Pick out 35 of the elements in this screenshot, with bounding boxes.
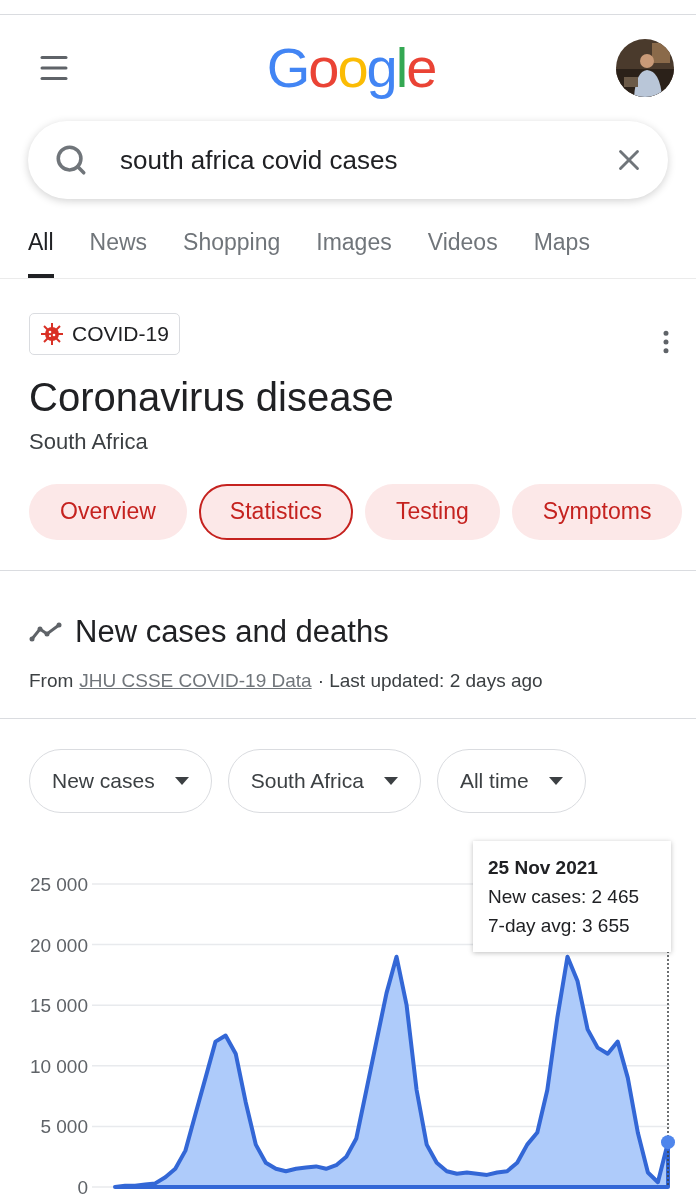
topic-tab[interactable]: Overview [29, 483, 187, 540]
trend-icon [29, 621, 63, 642]
search-tab[interactable]: Videos [427, 225, 498, 278]
search-icon [54, 143, 88, 177]
search-text: south africa covid cases [120, 143, 399, 177]
axis-label: 15 000 [29, 994, 88, 1016]
axis-label: 5 000 [40, 1115, 88, 1137]
axis-label: 25 000 [29, 873, 88, 895]
caret-icon [383, 776, 398, 785]
caret-icon [548, 776, 563, 785]
search-tab[interactable]: All [28, 225, 54, 278]
search-tab[interactable]: News [89, 225, 148, 278]
card-subtitle: South Africa [29, 427, 149, 456]
search-tab[interactable]: Images [316, 225, 392, 278]
topic-tab[interactable]: Symptoms [511, 483, 683, 540]
badge-label: COVID-19 [72, 320, 169, 347]
axis-label: 20 000 [29, 934, 88, 956]
caret-icon [174, 776, 189, 785]
tooltip-date: 25 Nov 2021 [488, 855, 599, 880]
search-tab[interactable]: Shopping [183, 225, 281, 278]
section-title: New cases and deaths [75, 612, 389, 651]
search-field[interactable]: south africa covid cases [28, 121, 668, 199]
axis-label: 0 [77, 1176, 88, 1195]
point-marker [661, 1134, 675, 1149]
virus-icon [40, 321, 64, 346]
search-tab[interactable]: Maps [533, 225, 590, 278]
source-label: From [29, 669, 74, 693]
topic-tab[interactable]: Testing [364, 483, 500, 540]
source-link[interactable]: JHU CSSE COVID-19 Data [79, 667, 312, 696]
tooltip-value: 7-day avg: 3 655 [488, 913, 631, 938]
card-title: Coronavirus disease [29, 373, 395, 421]
axis-label: 10 000 [29, 1055, 88, 1077]
update-time: · Last updated: 2 days ago [317, 669, 543, 693]
tooltip-value: New cases: 2 465 [488, 884, 641, 909]
topic-tab[interactable]: Statistics [198, 483, 353, 540]
